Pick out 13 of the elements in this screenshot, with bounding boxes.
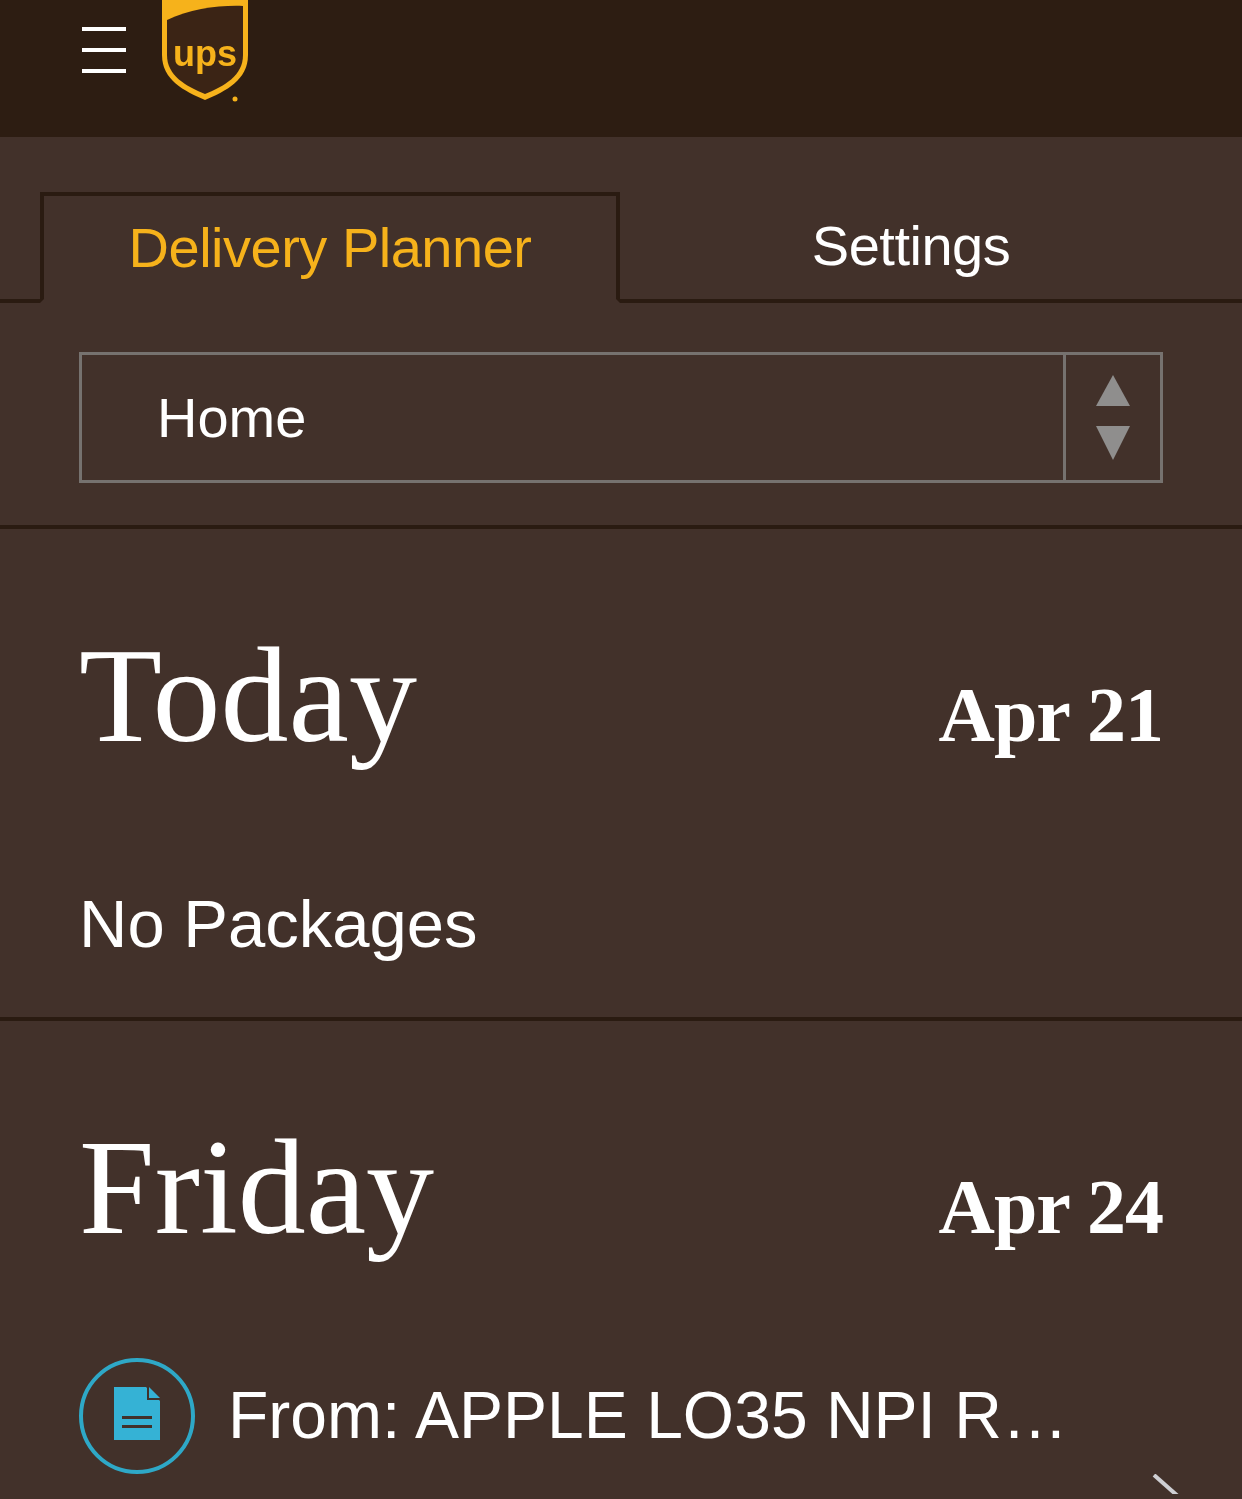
tab[interactable]: Delivery Planner: [40, 192, 620, 303]
empty-message: No Packages: [79, 885, 478, 963]
package-sender[interactable]: From: APPLE LO35 NPI R…: [228, 1377, 1068, 1454]
date-label: Apr 21: [938, 670, 1163, 760]
menu-icon: [82, 27, 126, 73]
up-down-arrows-icon: [1096, 375, 1130, 460]
date-label: Apr 24: [938, 1162, 1163, 1253]
document-icon: [79, 1357, 195, 1474]
tab[interactable]: Settings: [620, 192, 1242, 303]
menu-button[interactable]: [82, 27, 126, 73]
day-heading: Today: [79, 619, 417, 772]
day-heading: Friday: [79, 1111, 435, 1265]
location-select[interactable]: Home: [79, 352, 1163, 483]
